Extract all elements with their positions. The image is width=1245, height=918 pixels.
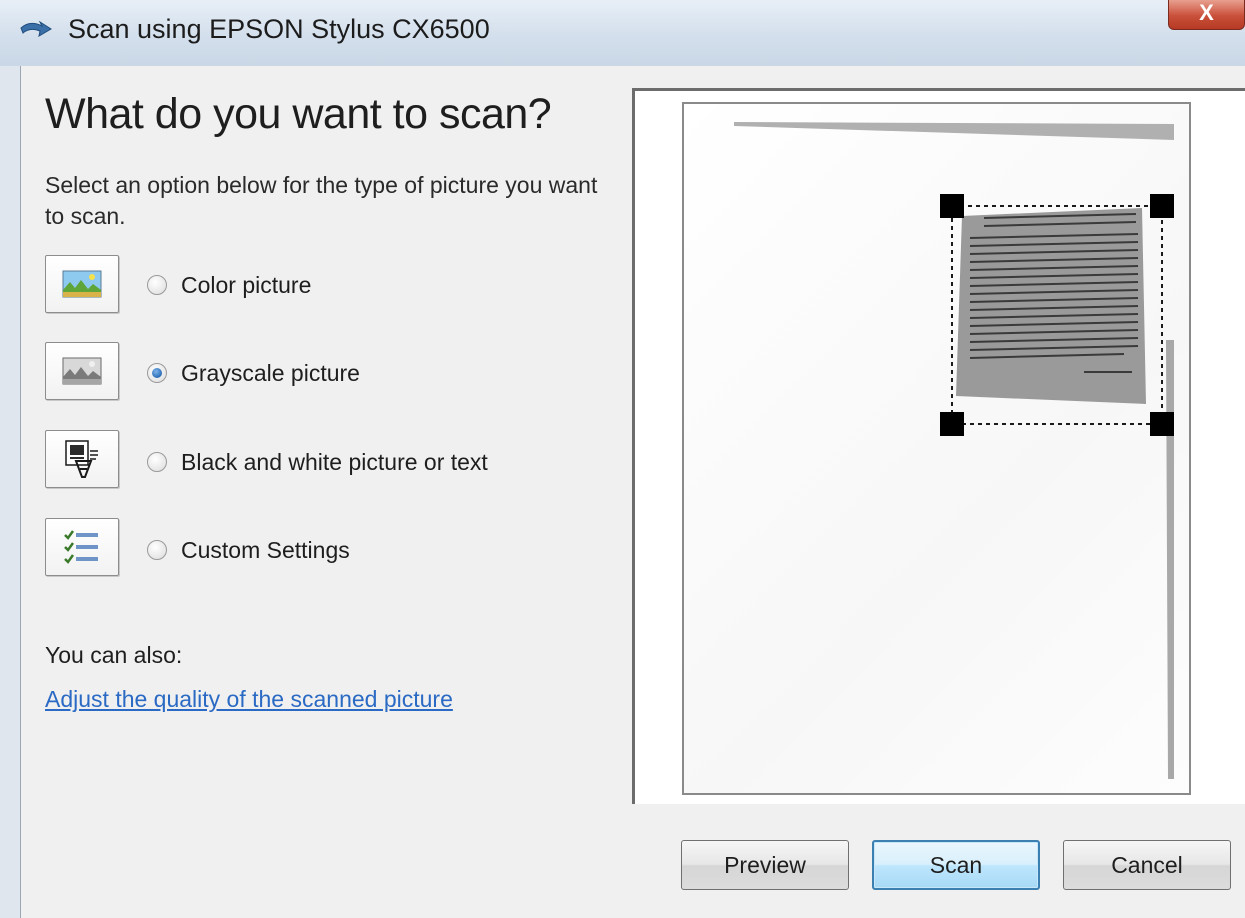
page-title: What do you want to scan? [45, 90, 552, 138]
instructions-text: Select an option below for the type of p… [45, 172, 598, 229]
preview-image [734, 122, 1174, 779]
color-picture-glyph [62, 270, 102, 298]
grayscale-picture-radio[interactable] [147, 363, 167, 383]
custom-settings-glyph [64, 530, 98, 564]
preview-pane [632, 88, 1245, 804]
close-button[interactable]: X [1168, 0, 1245, 30]
custom-settings-icon[interactable] [45, 518, 119, 576]
crop-handle-bottom-right[interactable] [1150, 412, 1174, 436]
preview-page [682, 102, 1191, 795]
custom-settings-radio[interactable] [147, 540, 167, 560]
scan-dialog: What do you want to scan? Select an opti… [20, 66, 1245, 918]
custom-settings-label[interactable]: Custom Settings [181, 537, 350, 564]
window-title: Scan using EPSON Stylus CX6500 [68, 14, 490, 44]
black-white-text-radio[interactable] [147, 452, 167, 472]
color-picture-label[interactable]: Color picture [181, 272, 311, 299]
page-top-shadow [734, 122, 1174, 140]
scan-button[interactable]: Scan [872, 840, 1040, 890]
scanner-icon [20, 20, 52, 37]
black-white-text-glyph [65, 440, 98, 478]
grayscale-picture-glyph [62, 357, 102, 385]
page-right-shadow [1166, 340, 1174, 779]
also-label: You can also: [45, 642, 183, 668]
black-white-text-label[interactable]: Black and white picture or text [181, 449, 488, 476]
crop-handle-bottom-left[interactable] [940, 412, 964, 436]
cancel-button[interactable]: Cancel [1063, 840, 1231, 890]
color-picture-radio[interactable] [147, 275, 167, 295]
grayscale-picture-label[interactable]: Grayscale picture [181, 360, 360, 387]
grayscale-picture-icon[interactable] [45, 342, 119, 400]
color-picture-icon[interactable] [45, 255, 119, 313]
black-white-text-icon[interactable] [45, 430, 119, 488]
title-bar: Scan using EPSON Stylus CX6500 X [0, 0, 1245, 66]
crop-handle-top-right[interactable] [1150, 194, 1174, 218]
preview-button[interactable]: Preview [681, 840, 849, 890]
adjust-quality-link[interactable]: Adjust the quality of the scanned pictur… [45, 686, 453, 713]
crop-handle-top-left[interactable] [940, 194, 964, 218]
